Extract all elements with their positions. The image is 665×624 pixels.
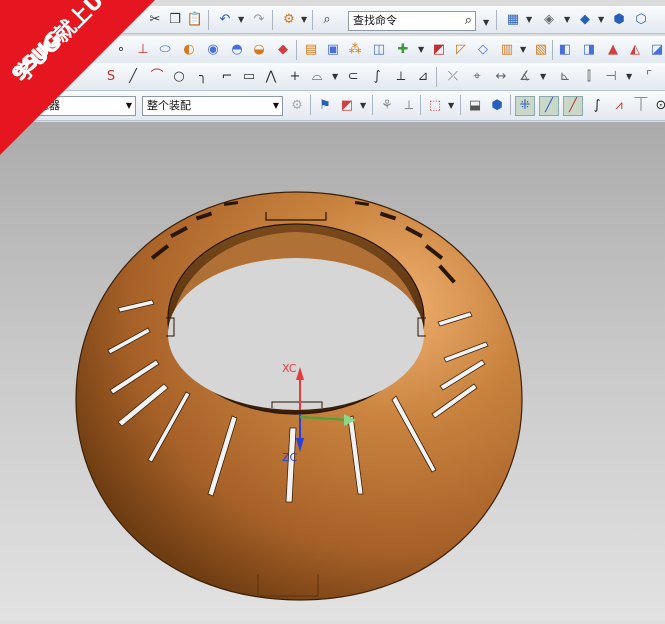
isometric-view-icon[interactable]: ⬢ [610, 11, 628, 29]
shell-icon[interactable]: ◒ [250, 41, 268, 59]
trim-body-icon[interactable]: ✚ [394, 41, 412, 59]
offset-curve-icon[interactable]: ⌓ [308, 68, 326, 86]
draft-icon[interactable]: ◸ [452, 41, 470, 59]
point-on-curve-snap-icon[interactable]: ╱ [563, 96, 583, 116]
copy-icon[interactable]: ❐ [166, 11, 184, 29]
assembly-scope-select[interactable]: 整个装配 ▼ [142, 96, 283, 116]
through-hole [168, 258, 424, 410]
circle-icon[interactable]: ○ [170, 68, 188, 86]
select-face-dropdown-icon[interactable]: ▼ [360, 101, 366, 110]
search-dropdown-icon[interactable]: ▼ [483, 18, 489, 27]
constraint-icon[interactable]: ⊿ [414, 68, 432, 86]
boss-icon[interactable]: ◓ [228, 41, 246, 59]
select-face-icon[interactable]: ◩ [338, 97, 356, 115]
dimension-icon[interactable]: ↔ [492, 68, 510, 86]
auto-constrain-icon[interactable]: ⌜ [640, 68, 658, 86]
constraint-dropdown-icon[interactable]: ▼ [626, 72, 632, 81]
trim-dropdown-icon[interactable]: ▼ [418, 45, 424, 54]
command-search-text: 查找命令 [353, 14, 397, 27]
window-layout-icon[interactable]: ▦ [504, 11, 522, 29]
polyline-icon[interactable]: ⋀ [262, 68, 280, 86]
view-dropdown-icon[interactable]: ▼ [598, 15, 604, 24]
shaded-view-icon[interactable]: ⬢ [488, 97, 506, 115]
assembly-filter-icon[interactable]: ⚙ [288, 97, 306, 115]
mirror-curve-icon[interactable]: ⟂ [392, 68, 410, 86]
zc-axis-label: ZC [282, 451, 298, 464]
ellipse-icon[interactable]: ⊂ [344, 68, 362, 86]
fillet-curve-icon[interactable]: ╮ [194, 68, 212, 86]
rectangle-select-icon[interactable]: ⬚ [426, 97, 444, 115]
fit-view-icon[interactable]: ⬓ [466, 97, 484, 115]
search-icon[interactable]: ⌕ [465, 12, 472, 30]
angle-dimension-icon[interactable]: ∡ [516, 68, 534, 86]
point-icon[interactable]: + [286, 68, 304, 86]
select-feature-icon[interactable]: ⚑ [316, 97, 334, 115]
endpoint-snap-icon[interactable]: ⁜ [515, 96, 535, 116]
model-view: XC ZC [75, 191, 523, 601]
chamfer-icon[interactable]: ◩ [430, 41, 448, 59]
command-search-input[interactable]: 查找命令 ⌕ [348, 11, 476, 31]
sweep-icon[interactable]: ▤ [302, 41, 320, 59]
midpoint-snap-icon[interactable]: ╱ [539, 96, 559, 116]
array-icon[interactable]: ⁂ [346, 41, 364, 59]
revolve-icon[interactable]: ◐ [180, 41, 198, 59]
chevron-down-icon: ▼ [272, 101, 279, 110]
edit-feature-icon[interactable]: ◪ [648, 41, 665, 59]
render-style-icon[interactable]: ◈ [540, 11, 558, 29]
xc-axis-label: XC [282, 362, 297, 375]
hole-icon[interactable]: ◉ [204, 41, 222, 59]
wireframe-view-icon[interactable]: ⬡ [632, 11, 650, 29]
undo-dropdown-icon[interactable]: ▼ [238, 15, 244, 24]
chamfer-curve-icon[interactable]: ⌐ [218, 68, 236, 86]
rectangle-icon[interactable]: ▭ [240, 68, 258, 86]
paste-icon[interactable]: 📋 [186, 11, 204, 29]
tangent-snap-icon[interactable]: ⏉ [632, 97, 650, 115]
select-dropdown-icon[interactable]: ▼ [448, 101, 454, 110]
unite-icon[interactable]: ◫ [370, 41, 388, 59]
fix-constraint-icon[interactable]: ⫿ [580, 68, 598, 86]
curve-snap-icon[interactable]: ∫ [588, 97, 606, 115]
dimension-dropdown-icon[interactable]: ▼ [540, 72, 546, 81]
block-icon[interactable]: ◧ [556, 41, 574, 59]
sew-icon[interactable]: ▧ [532, 41, 550, 59]
geometric-constraint-icon[interactable]: ⊾ [556, 68, 574, 86]
pattern-curve-icon[interactable]: ∫ [368, 68, 386, 86]
snap-icon[interactable]: ⚘ [378, 97, 396, 115]
shaded-view-icon[interactable]: ◆ [576, 11, 594, 29]
center-snap-icon[interactable]: ⊙ [652, 97, 665, 115]
cylinder-icon[interactable]: ◨ [580, 41, 598, 59]
blend-icon[interactable]: ◆ [274, 41, 292, 59]
offset-face-icon[interactable]: ◇ [474, 41, 492, 59]
pattern-icon[interactable]: ▣ [324, 41, 342, 59]
extrude-icon[interactable]: ⬭ [156, 41, 174, 59]
layout-dropdown-icon[interactable]: ▼ [526, 15, 532, 24]
sphere-icon[interactable]: ◭ [626, 41, 644, 59]
redo-icon[interactable]: ↷ [250, 11, 268, 29]
intersection-snap-icon[interactable]: ⩘ [610, 97, 628, 115]
graphics-window[interactable]: XC ZC [0, 122, 665, 621]
thicken-icon[interactable]: ▥ [498, 41, 516, 59]
view-snap-icon[interactable]: ⟂ [400, 97, 418, 115]
extend-curve-icon[interactable]: ⌖ [468, 68, 486, 86]
trim-curve-icon[interactable]: ⤫ [444, 68, 462, 86]
cone-icon[interactable]: ▲ [604, 41, 622, 59]
offset-dropdown-icon[interactable]: ▼ [332, 72, 338, 81]
command-finder-icon[interactable]: ⚙ [280, 11, 298, 29]
undo-icon[interactable]: ↶ [216, 11, 234, 29]
render-dropdown-icon[interactable]: ▼ [564, 15, 570, 24]
thicken-dropdown-icon[interactable]: ▼ [520, 45, 526, 54]
horizontal-constraint-icon[interactable]: ⊣ [602, 68, 620, 86]
find-command-icon[interactable]: ⌕ [318, 11, 336, 29]
command-finder-dropdown-icon[interactable]: ▼ [301, 15, 307, 24]
